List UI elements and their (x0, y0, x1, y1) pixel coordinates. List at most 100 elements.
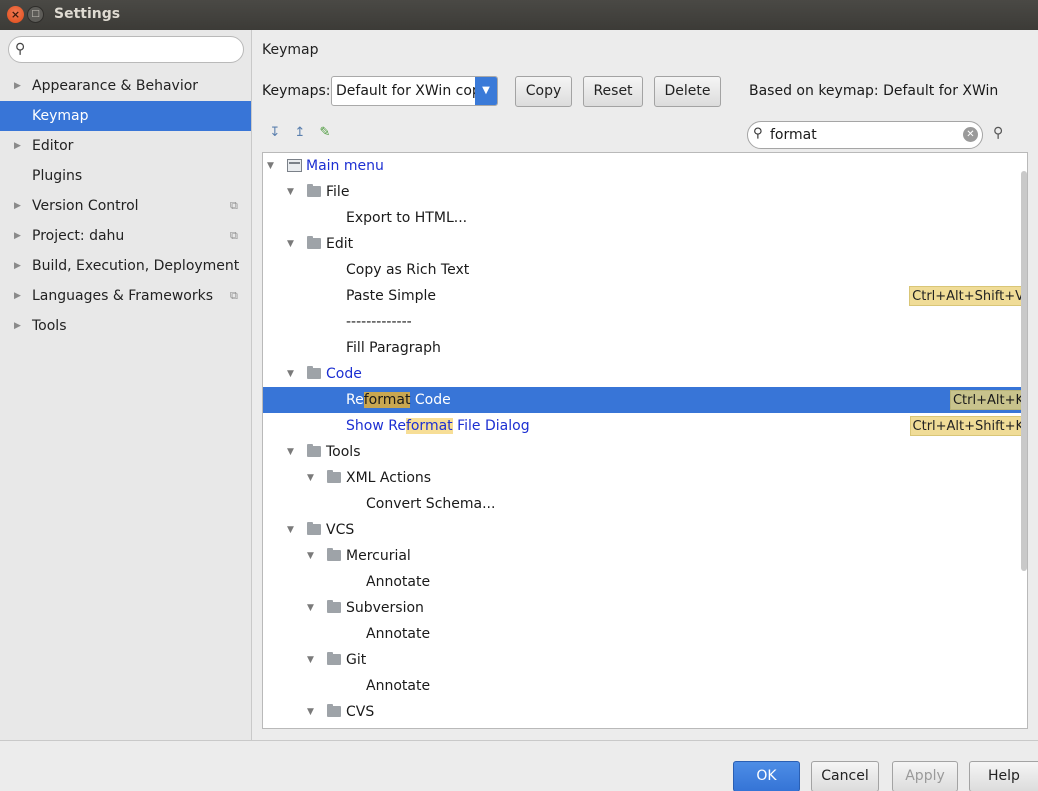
chevron-down-icon[interactable]: ▼ (307, 699, 314, 725)
tree-row[interactable]: Annotate (263, 621, 1027, 647)
action-filter-input[interactable]: format (770, 127, 817, 143)
chevron-down-icon[interactable]: ▼ (307, 465, 314, 491)
delete-button[interactable]: Delete (654, 76, 721, 107)
folder-icon (307, 522, 321, 535)
tree-row[interactable]: Reformat Code Ctrl+Alt+K (263, 387, 1027, 413)
dialog-footer: OK Cancel Apply Help (0, 740, 1038, 791)
sidebar-item[interactable]: ▶ Languages & Frameworks ⧉ (0, 281, 251, 311)
sidebar-item-label: Plugins (32, 168, 83, 184)
chevron-down-icon[interactable]: ▼ (307, 543, 314, 569)
apply-button[interactable]: Apply (892, 761, 958, 791)
search-match-highlight: format (405, 418, 453, 434)
sidebar-item-label: Tools (32, 318, 67, 334)
chevron-right-icon[interactable]: ▶ (14, 131, 21, 161)
keymap-tree[interactable]: ▼ Main menu ▼ File Export to HTML... ▼ Edit Cop… (262, 152, 1028, 729)
chevron-down-icon[interactable]: ▼ (307, 595, 314, 621)
tree-row[interactable]: Paste Simple Ctrl+Alt+Shift+V (263, 283, 1027, 309)
chevron-down-icon[interactable]: ▼ (287, 179, 294, 205)
label-prefix: Show Re (346, 418, 406, 434)
chevron-down-icon[interactable]: ▼ (287, 439, 294, 465)
folder-icon (307, 236, 321, 249)
help-button[interactable]: Help (969, 761, 1038, 791)
tree-scrollbar[interactable] (1021, 171, 1027, 571)
sidebar-item[interactable]: ▶ Project: dahu ⧉ (0, 221, 251, 251)
collapse-all-icon[interactable]: ↥ (292, 125, 308, 141)
sidebar-item[interactable]: Plugins (0, 161, 251, 191)
tree-row-label: Reformat Code (346, 387, 451, 413)
tree-row-label: ------------- (346, 314, 412, 330)
clear-filter-icon[interactable]: ✕ (963, 127, 978, 142)
label-prefix: Re (346, 392, 364, 408)
reset-button[interactable]: Reset (583, 76, 643, 107)
ok-button[interactable]: OK (733, 761, 800, 791)
tree-row[interactable]: ▼ File (263, 179, 1027, 205)
tree-row[interactable]: ▼ VCS (263, 517, 1027, 543)
tree-row[interactable]: ▼ Git (263, 647, 1027, 673)
tree-row[interactable]: ▼ Subversion (263, 595, 1027, 621)
tree-row-label: Export to HTML... (346, 210, 468, 226)
tree-row[interactable]: ------------- (263, 309, 1027, 335)
tree-row[interactable]: Fill Paragraph (263, 335, 1027, 361)
tree-row-label: Annotate (366, 678, 431, 694)
close-window-button[interactable]: × (7, 6, 24, 23)
chevron-right-icon[interactable]: ▶ (14, 281, 21, 311)
project-level-icon: ⧉ (230, 289, 238, 302)
maximize-window-button[interactable]: □ (27, 6, 44, 23)
cancel-button[interactable]: Cancel (811, 761, 879, 791)
chevron-right-icon[interactable]: ▶ (14, 311, 21, 341)
title-bar: × □ Settings (0, 0, 1038, 30)
sidebar-item[interactable]: ▶ Appearance & Behavior (0, 71, 251, 101)
folder-icon (327, 652, 341, 665)
tree-row[interactable]: Convert Schema... (263, 491, 1027, 517)
tree-row-label: Annotate (366, 574, 431, 590)
pencil-icon[interactable]: ✎ (317, 125, 333, 141)
tree-row[interactable]: ▼ Main menu (263, 153, 1027, 179)
chevron-down-icon[interactable]: ▼ (287, 361, 294, 387)
sidebar-item[interactable]: ▶ Editor (0, 131, 251, 161)
chevron-down-icon[interactable]: ▼ (307, 647, 314, 673)
tree-row[interactable]: ▼ Code (263, 361, 1027, 387)
tree-row[interactable]: ▼ CVS (263, 699, 1027, 725)
tree-row-label: Mercurial (346, 548, 411, 564)
sidebar-search-input[interactable] (33, 40, 233, 59)
shortcut-badge: Ctrl+Alt+K (949, 390, 1027, 410)
search-icon: ⚲ (15, 41, 26, 57)
chevron-down-icon[interactable]: ▼ (475, 77, 497, 105)
chevron-right-icon[interactable]: ▶ (14, 221, 21, 251)
chevron-down-icon[interactable]: ▼ (287, 517, 294, 543)
tree-row[interactable]: Copy as Rich Text (263, 257, 1027, 283)
sidebar-item-label: Build, Execution, Deployment (32, 258, 240, 274)
tree-row[interactable]: Annotate (263, 673, 1027, 699)
keymap-select-value: Default for XWin copy (336, 83, 490, 99)
sidebar-item[interactable]: ▶ Version Control ⧉ (0, 191, 251, 221)
tree-row[interactable]: ▼ Edit (263, 231, 1027, 257)
folder-icon (327, 600, 341, 613)
project-level-icon: ⧉ (230, 199, 238, 212)
tree-row[interactable]: Annotate (263, 569, 1027, 595)
folder-icon (307, 444, 321, 457)
chevron-right-icon[interactable]: ▶ (14, 191, 21, 221)
tree-row[interactable]: Show Reformat File Dialog Ctrl+Alt+Shift+… (263, 413, 1027, 439)
chevron-down-icon[interactable]: ▼ (267, 153, 274, 179)
folder-icon (327, 470, 341, 483)
menu-icon (287, 159, 302, 172)
sidebar-item[interactable]: Keymap (0, 101, 251, 131)
sidebar-search[interactable]: ⚲ (8, 36, 244, 63)
chevron-right-icon[interactable]: ▶ (14, 251, 21, 281)
tree-row[interactable]: ▼ Mercurial (263, 543, 1027, 569)
tree-row[interactable]: ▼ XML Actions (263, 465, 1027, 491)
action-filter[interactable]: ⚲ format ✕ (747, 121, 983, 149)
sidebar-item[interactable]: ▶ Tools (0, 311, 251, 341)
find-by-shortcut-icon[interactable]: ⚲ (993, 125, 1003, 141)
chevron-right-icon[interactable]: ▶ (14, 71, 21, 101)
expand-all-icon[interactable]: ↧ (267, 125, 283, 141)
sidebar-item[interactable]: ▶ Build, Execution, Deployment (0, 251, 251, 281)
keymap-select[interactable]: Default for XWin copy ▼ (331, 76, 498, 106)
copy-button[interactable]: Copy (515, 76, 572, 107)
sidebar-item-label: Appearance & Behavior (32, 78, 199, 94)
chevron-down-icon[interactable]: ▼ (287, 231, 294, 257)
tree-row[interactable]: Export to HTML... (263, 205, 1027, 231)
tree-row-label: VCS (326, 522, 355, 538)
project-level-icon: ⧉ (230, 229, 238, 242)
tree-row[interactable]: ▼ Tools (263, 439, 1027, 465)
